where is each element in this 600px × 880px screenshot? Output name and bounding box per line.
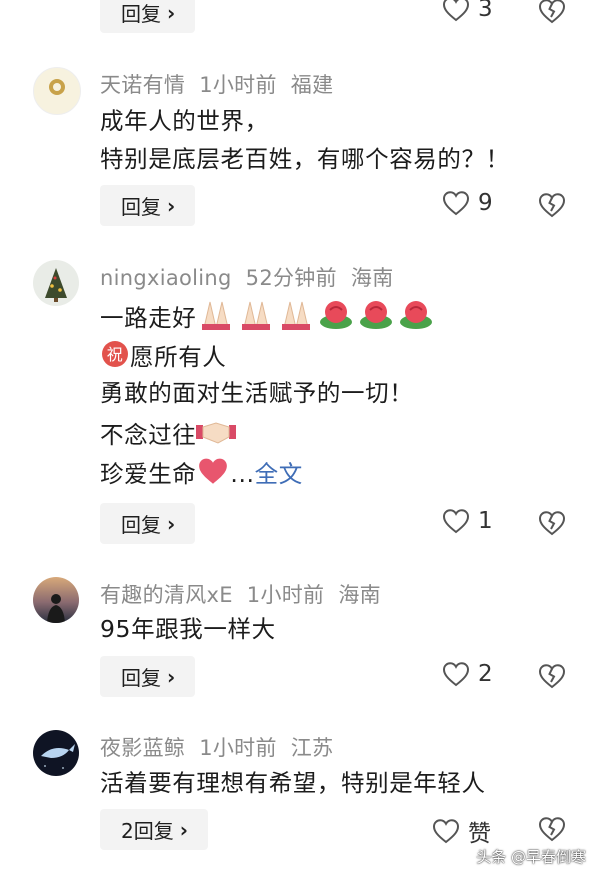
like-button[interactable]: 2 xyxy=(442,661,493,687)
comment-text: 珍爱生命 xyxy=(100,460,197,488)
ellipsis: ... xyxy=(230,460,255,488)
dislike-button[interactable] xyxy=(538,816,566,846)
chevron-right-icon: › xyxy=(167,0,176,25)
reply-label: 回复 xyxy=(121,2,161,26)
comment-location: 海南 xyxy=(338,583,381,607)
comment-location: 福建 xyxy=(290,73,334,97)
chevron-right-icon: › xyxy=(167,664,176,689)
comment-location: 江苏 xyxy=(290,736,334,760)
like-count: 3 xyxy=(478,0,493,22)
avatar[interactable] xyxy=(33,67,81,115)
comment-text: 不念过往 xyxy=(100,421,197,449)
heart-outline-icon xyxy=(442,509,470,534)
reply-button[interactable]: 回复 › xyxy=(100,503,196,544)
comment-text-line: 95年跟我一样大 xyxy=(100,615,276,643)
like-label: 赞 xyxy=(468,821,491,847)
dislike-button[interactable] xyxy=(538,0,566,28)
comment-meta: 天诺有情 1小时前 福建 xyxy=(100,69,347,99)
like-count: 9 xyxy=(478,190,493,216)
like-button[interactable]: 赞 xyxy=(432,814,491,848)
username[interactable]: 天诺有情 xyxy=(100,73,185,97)
broken-heart-icon xyxy=(538,511,566,536)
comment-text: 一路走好 xyxy=(100,304,197,332)
heart-outline-icon xyxy=(432,819,460,844)
comment-time: 1小时前 xyxy=(199,736,277,760)
expand-full-text-link[interactable]: 全文 xyxy=(255,460,303,488)
comment-time: 52分钟前 xyxy=(245,266,337,290)
reply-button[interactable]: 回复 › xyxy=(100,185,196,226)
avatar[interactable] xyxy=(33,260,79,306)
chevron-right-icon: › xyxy=(179,817,188,842)
reply-label: 2回复 xyxy=(121,819,174,843)
handshake-emoji xyxy=(196,417,237,454)
dislike-button[interactable] xyxy=(538,192,566,222)
like-button[interactable]: 3 xyxy=(442,0,493,22)
dislike-button[interactable] xyxy=(538,510,566,540)
comment-time: 1小时前 xyxy=(199,73,277,97)
heart-outline-icon xyxy=(442,191,470,216)
comment-text-line: 活着要有理想有希望，特别是年轻人 xyxy=(100,769,486,797)
comment-text-line: 成年人的世界， xyxy=(100,107,269,135)
comment-location: 海南 xyxy=(350,266,394,290)
username[interactable]: 夜影蓝鲸 xyxy=(100,736,185,760)
reply-button[interactable]: 回复 › xyxy=(100,656,196,697)
broken-heart-icon xyxy=(538,817,566,842)
avatar-logo-icon xyxy=(49,79,65,95)
reply-button[interactable]: 2回复 › xyxy=(100,809,208,850)
username[interactable]: ningxiaoling xyxy=(100,266,232,290)
like-button[interactable]: 9 xyxy=(442,190,493,216)
comment-meta: 夜影蓝鲸 1小时前 江苏 xyxy=(100,732,347,762)
comment-text-line: 特别是底层老百姓，有哪个容易的？！ xyxy=(100,145,510,173)
comment-text-line: 一路走好 xyxy=(100,298,436,337)
like-count: 2 xyxy=(478,661,493,687)
chevron-right-icon: › xyxy=(167,193,176,218)
comment-meta: ningxiaoling 52分钟前 海南 xyxy=(100,262,408,292)
comment-time: 1小时前 xyxy=(246,583,325,607)
username[interactable]: 有趣的清风xE xyxy=(100,583,233,607)
heart-outline-icon xyxy=(442,662,470,687)
comment-meta: 有趣的清风xE 1小时前 海南 xyxy=(100,579,395,609)
avatar[interactable] xyxy=(33,730,79,776)
watermark: 头条 @早春倒寒 xyxy=(476,848,586,866)
reply-label: 回复 xyxy=(121,666,161,690)
reply-button[interactable]: 回复 › xyxy=(100,0,196,33)
chevron-right-icon: › xyxy=(167,511,176,536)
christmas-tree-icon xyxy=(45,268,67,302)
avatar[interactable] xyxy=(33,577,79,623)
whale-icon xyxy=(41,744,75,769)
reply-label: 回复 xyxy=(121,195,161,219)
reply-label: 回复 xyxy=(121,513,161,537)
rose-emoji xyxy=(316,298,436,337)
svg-text:祝: 祝 xyxy=(107,345,124,364)
heart-emoji xyxy=(196,456,230,493)
comment-text-line: 勇敢的面对生活赋予的一切！ xyxy=(100,379,414,407)
broken-heart-icon xyxy=(538,664,566,689)
broken-heart-icon xyxy=(538,193,566,218)
dislike-button[interactable] xyxy=(538,663,566,693)
comment-text-line: 珍爱生命 ...全文 xyxy=(100,456,303,493)
comment-text-line: 祝愿所有人 xyxy=(100,339,226,376)
blessing-emoji: 祝 xyxy=(100,339,130,376)
pray-emoji xyxy=(196,298,316,337)
comment-text: 愿所有人 xyxy=(130,343,227,371)
person-silhouette-icon xyxy=(47,594,65,623)
heart-outline-icon xyxy=(442,0,470,22)
comment-text-line: 不念过往 xyxy=(100,417,237,454)
like-count: 1 xyxy=(478,508,493,534)
like-button[interactable]: 1 xyxy=(442,508,493,534)
broken-heart-icon xyxy=(538,0,566,24)
